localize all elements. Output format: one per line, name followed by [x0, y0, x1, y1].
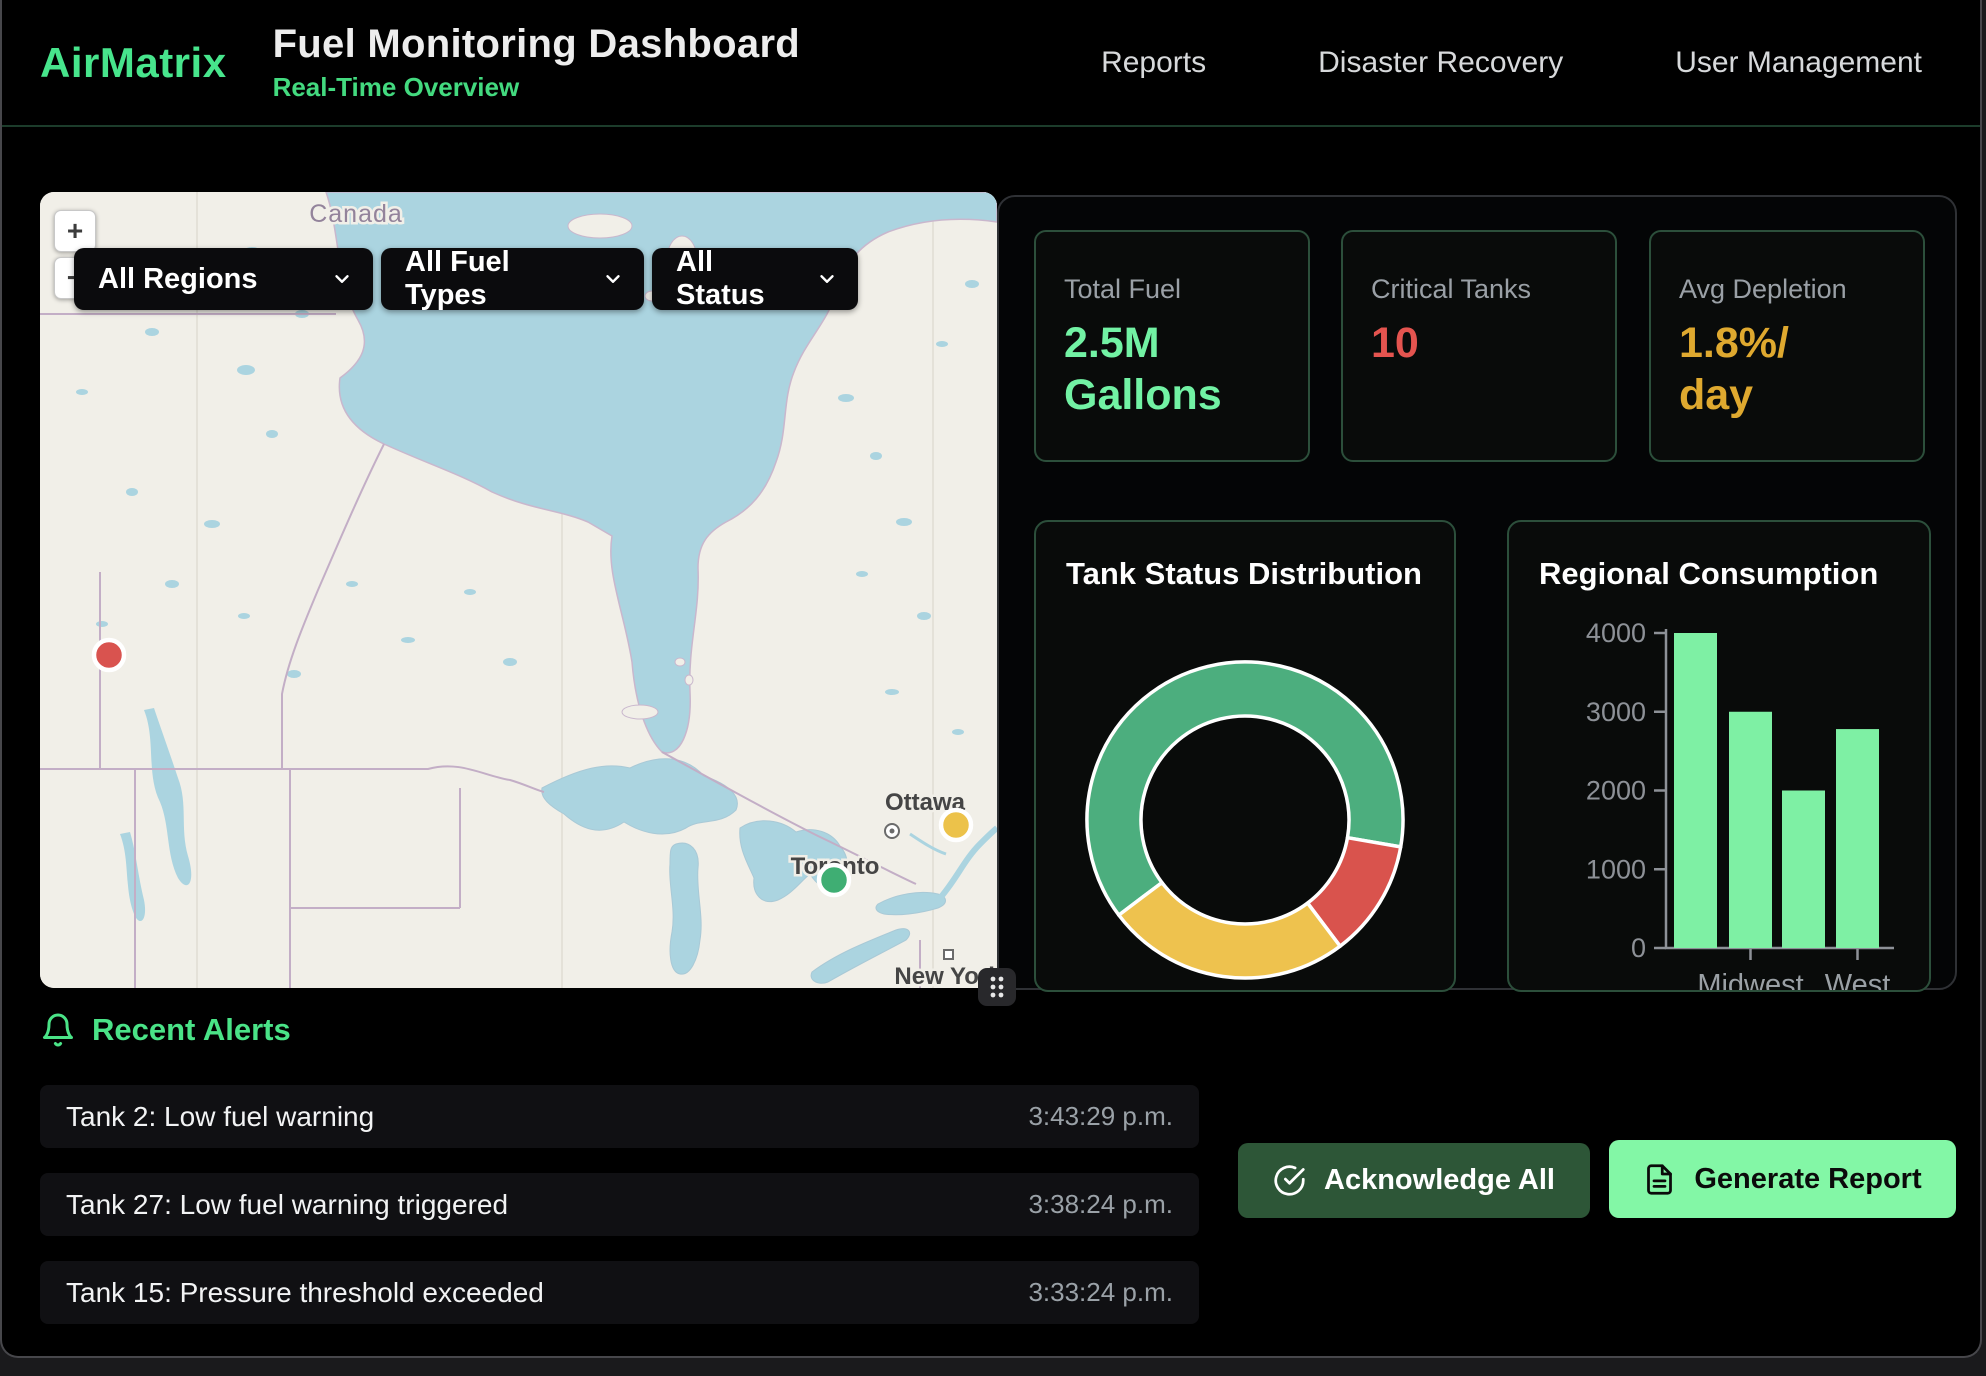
alert-text: Tank 27: Low fuel warning triggered	[66, 1189, 508, 1221]
x-tick-label: West	[1825, 969, 1891, 990]
bar-Midwest	[1729, 712, 1772, 948]
bar-series-1	[1674, 633, 1717, 948]
stat-card-critical-tanks: Critical Tanks 10	[1341, 230, 1617, 462]
regional-consumption-chart-card: Regional Consumption 0 1000 2000 3000 4000 Mi…	[1507, 520, 1931, 992]
chevron-down-icon	[602, 268, 624, 290]
alert-timestamp: 3:43:29 p.m.	[1028, 1101, 1173, 1132]
brand-logo: AirMatrix	[40, 39, 227, 87]
fuel-map[interactable]: Canada Ottawa Toronto New York + − All R…	[40, 192, 997, 988]
main-nav: Reports Disaster Recovery User Managemen…	[1101, 46, 1980, 80]
drag-dots-icon	[986, 974, 1008, 1000]
overview-panel: Total Fuel 2.5M Gallons Critical Tanks 1…	[997, 195, 1957, 990]
acknowledge-all-label: Acknowledge All	[1324, 1164, 1555, 1197]
nav-disaster-recovery[interactable]: Disaster Recovery	[1318, 46, 1563, 80]
acknowledge-all-button[interactable]: Acknowledge All	[1238, 1143, 1590, 1218]
y-tick-label: 3000	[1586, 697, 1646, 727]
page-title: Fuel Monitoring Dashboard	[273, 22, 800, 67]
tank-marker-warning[interactable]	[941, 810, 971, 840]
region-filter-dropdown[interactable]: All Regions	[74, 248, 373, 310]
y-tick-label: 1000	[1586, 854, 1646, 884]
chevron-down-icon	[816, 268, 838, 290]
generate-report-button[interactable]: Generate Report	[1609, 1140, 1956, 1218]
chevron-down-icon	[331, 268, 353, 290]
stat-card-avg-depletion: Avg Depletion 1.8%/ day	[1649, 230, 1925, 462]
stat-label: Critical Tanks	[1371, 274, 1589, 305]
y-tick-label: 0	[1631, 933, 1646, 963]
generate-report-label: Generate Report	[1694, 1163, 1921, 1196]
status-filter-dropdown[interactable]: All Status	[652, 248, 858, 310]
bar-West	[1836, 729, 1879, 948]
tank-status-donut-chart	[1036, 522, 1454, 990]
fuel-filter-label: All Fuel Types	[405, 246, 576, 312]
tank-marker-normal[interactable]	[819, 865, 849, 895]
recent-alerts-title: Recent Alerts	[92, 1012, 291, 1048]
fuel-type-filter-dropdown[interactable]: All Fuel Types	[381, 248, 644, 310]
x-tick-label: Midwest	[1697, 969, 1803, 990]
chart-title: Tank Status Distribution	[1066, 556, 1422, 592]
app-window: AirMatrix Fuel Monitoring Dashboard Real…	[0, 0, 1982, 1358]
bar-series-3	[1782, 791, 1825, 949]
alert-row[interactable]: Tank 27: Low fuel warning triggered 3:38…	[40, 1173, 1199, 1236]
resize-drag-handle[interactable]	[978, 968, 1016, 1006]
stat-value: 10	[1371, 317, 1589, 369]
alert-row[interactable]: Tank 15: Pressure threshold exceeded 3:3…	[40, 1261, 1199, 1324]
file-text-icon	[1643, 1163, 1676, 1196]
status-filter-label: All Status	[676, 246, 790, 312]
nav-user-management[interactable]: User Management	[1675, 46, 1922, 80]
stat-value: 1.8%/ day	[1679, 317, 1897, 422]
donut-segment-warning	[1119, 883, 1340, 978]
alert-row[interactable]: Tank 2: Low fuel warning 3:43:29 p.m.	[40, 1085, 1199, 1148]
stat-label: Avg Depletion	[1679, 274, 1897, 305]
y-tick-label: 4000	[1586, 618, 1646, 648]
alert-text: Tank 15: Pressure threshold exceeded	[66, 1277, 544, 1309]
header: AirMatrix Fuel Monitoring Dashboard Real…	[2, 0, 1980, 127]
alert-text: Tank 2: Low fuel warning	[66, 1101, 374, 1133]
page-subtitle: Real-Time Overview	[273, 72, 800, 103]
tank-status-chart-card: Tank Status Distribution	[1034, 520, 1456, 992]
map-label-canada: Canada	[309, 200, 403, 228]
check-circle-icon	[1273, 1164, 1306, 1197]
tank-marker-critical[interactable]	[94, 640, 124, 670]
alert-timestamp: 3:33:24 p.m.	[1028, 1277, 1173, 1308]
title-block: Fuel Monitoring Dashboard Real-Time Over…	[273, 22, 800, 103]
y-tick-label: 2000	[1586, 776, 1646, 806]
region-filter-label: All Regions	[98, 263, 258, 296]
recent-alerts-header: Recent Alerts	[40, 1012, 291, 1048]
map-filters: All Regions All Fuel Types All Status	[74, 248, 858, 310]
alert-timestamp: 3:38:24 p.m.	[1028, 1189, 1173, 1220]
stat-label: Total Fuel	[1064, 274, 1282, 305]
stat-card-total-fuel: Total Fuel 2.5M Gallons	[1034, 230, 1310, 462]
stat-value: 2.5M Gallons	[1064, 317, 1282, 422]
regional-consumption-bar-chart: 0 1000 2000 3000 4000 Midwest West	[1509, 522, 1929, 990]
chart-title: Regional Consumption	[1539, 556, 1878, 592]
zoom-in-button[interactable]: +	[54, 210, 96, 252]
bell-icon	[40, 1012, 76, 1048]
nav-reports[interactable]: Reports	[1101, 46, 1206, 80]
